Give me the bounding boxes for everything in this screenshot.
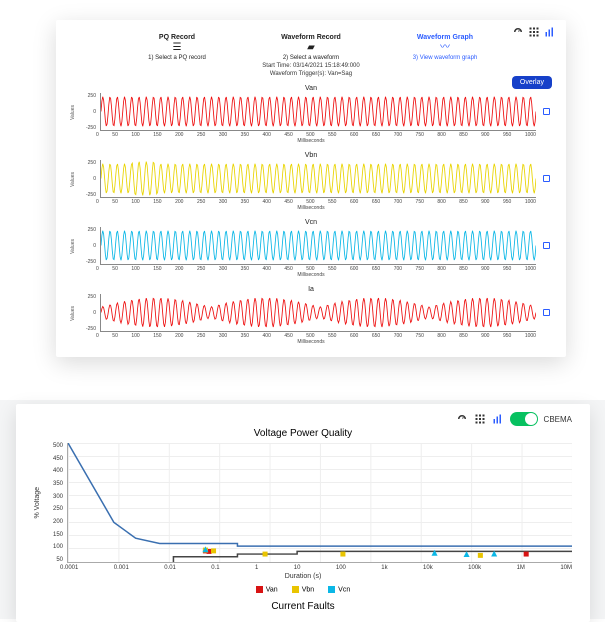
y-axis-label: Values — [70, 239, 78, 254]
x-ticks: 0.00010.0010.010.11101001k10k100k1M10M — [60, 565, 572, 571]
waveform-checkbox[interactable] — [540, 108, 552, 117]
legend-van: Van — [256, 586, 278, 593]
list-icon: ☰ — [110, 43, 244, 53]
step-waveform-record[interactable]: Waveform Record ▰ 2) Select a waveform — [244, 34, 378, 61]
cbema-plot — [67, 443, 572, 563]
file-icon: ▰ — [244, 43, 378, 53]
waveform-title: Vbn — [70, 152, 552, 159]
overlay-button[interactable]: Overlay — [512, 76, 552, 89]
waveform-checkbox[interactable] — [540, 309, 552, 318]
waveform-plot — [100, 93, 536, 131]
x-axis-label: Duration (s) — [34, 573, 572, 580]
y-axis-label: % Voltage — [34, 487, 41, 519]
waveform-title: Van — [70, 85, 552, 92]
x-axis-label: Milliseconds — [70, 138, 552, 144]
trigger-info: Waveform Trigger(s): Van=Sag — [70, 71, 552, 77]
step-waveform-graph[interactable]: Waveform Graph 〰 3) View waveform graph — [378, 34, 512, 61]
waveform-card: PQ Record ☰ 1) Select a PQ record Wavefo… — [56, 20, 566, 357]
legend-vcn: Vcn — [328, 586, 350, 593]
gauge-icon[interactable] — [456, 413, 468, 425]
waveform-vbn: VbnValues2500-25005010015020025030035040… — [70, 152, 552, 211]
cbema-card: CBEMA Voltage Power Quality % Voltage 50… — [16, 404, 590, 622]
bar-chart-icon[interactable] — [492, 413, 504, 425]
waveform-plot — [100, 160, 536, 198]
waveform-plot — [100, 227, 536, 265]
waveform-title: Vcn — [70, 219, 552, 226]
start-time: Start Time: 03/14/2021 15:18:49:000 — [70, 63, 552, 69]
cbema-toggle[interactable] — [510, 412, 538, 426]
waveform-plot — [100, 294, 536, 332]
y-ticks: 2500-250 — [82, 227, 96, 265]
y-axis-label: Values — [70, 306, 78, 321]
y-ticks: 2500-250 — [82, 93, 96, 131]
current-faults-title: Current Faults — [34, 601, 572, 612]
waveform-title: Ia — [70, 286, 552, 293]
x-axis-label: Milliseconds — [70, 339, 552, 345]
y-ticks: 2500-250 — [82, 294, 96, 332]
x-axis-label: Milliseconds — [70, 205, 552, 211]
grid-icon[interactable] — [474, 413, 486, 425]
y-axis-label: Values — [70, 105, 78, 120]
waveform-ia: IaValues2500-250050100150200250300350400… — [70, 286, 552, 345]
waveform-checkbox[interactable] — [540, 175, 552, 184]
step-pq-record[interactable]: PQ Record ☰ 1) Select a PQ record — [110, 34, 244, 61]
y-axis-label: Values — [70, 172, 78, 187]
cbema-label: CBEMA — [544, 415, 572, 424]
waveform-van: VanValues2500-25005010015020025030035040… — [70, 85, 552, 144]
legend-vbn: Vbn — [292, 586, 314, 593]
stepper: PQ Record ☰ 1) Select a PQ record Wavefo… — [110, 34, 512, 61]
y-ticks: 50045040035030025020015010050 — [45, 443, 63, 563]
waveform-vcn: VcnValues2500-25005010015020025030035040… — [70, 219, 552, 278]
legend: Van Vbn Vcn — [34, 586, 572, 593]
chart-title: Voltage Power Quality — [34, 428, 572, 439]
x-axis-label: Milliseconds — [70, 272, 552, 278]
wave-icon: 〰 — [378, 43, 512, 53]
y-ticks: 2500-250 — [82, 160, 96, 198]
waveform-checkbox[interactable] — [540, 242, 552, 251]
